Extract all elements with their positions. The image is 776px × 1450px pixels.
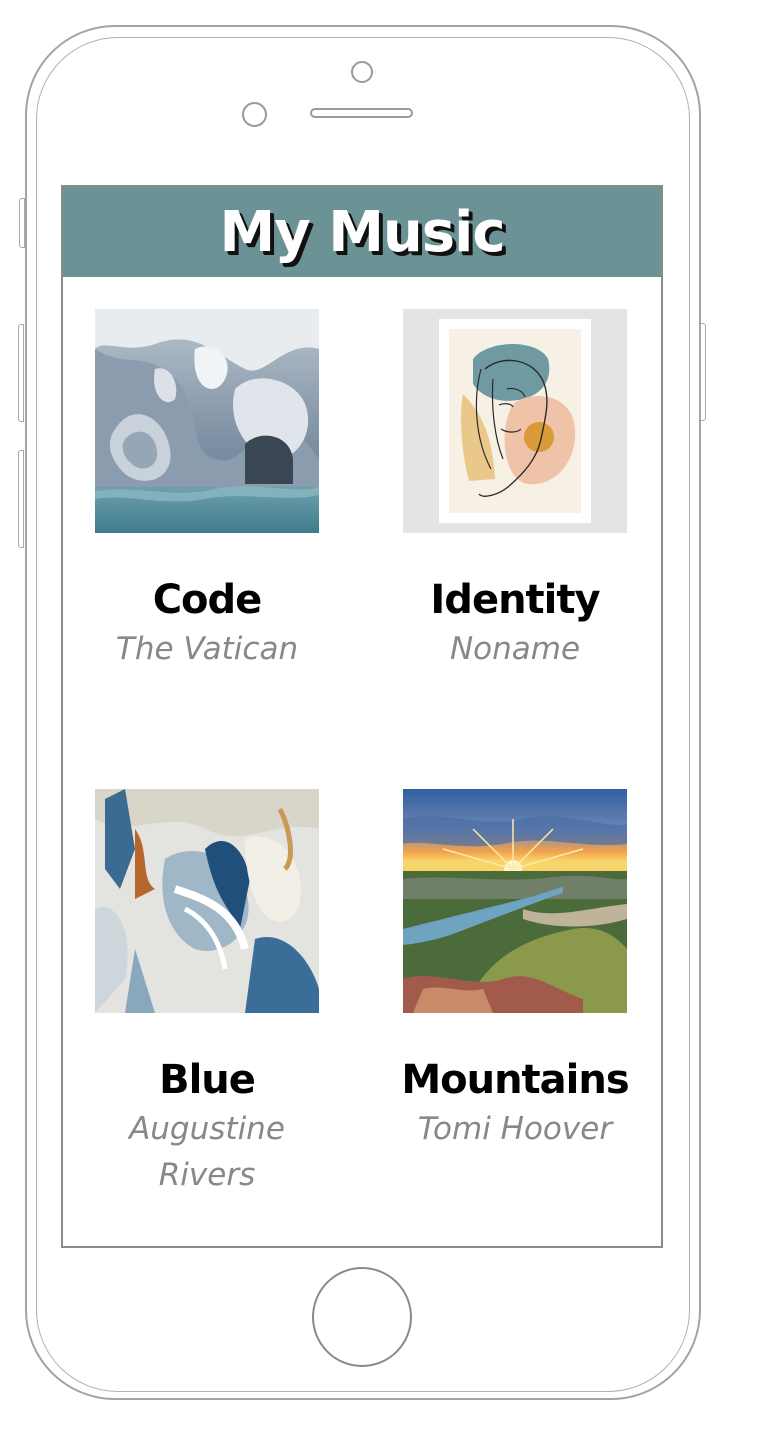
proximity-sensor-icon xyxy=(242,102,267,127)
album-artist: Tomi Hoover xyxy=(417,1111,613,1147)
mute-switch xyxy=(19,198,25,248)
front-camera-icon xyxy=(351,61,373,83)
home-button[interactable] xyxy=(312,1267,412,1367)
album-title: Identity xyxy=(430,577,600,623)
album-card-code[interactable]: Code The Vatican xyxy=(95,309,319,667)
album-card-identity[interactable]: Identity Noname xyxy=(403,309,627,667)
album-artist: The Vatican xyxy=(115,631,299,667)
album-title: Blue xyxy=(159,1057,256,1103)
blue-abstract-paint-art-icon[interactable] xyxy=(95,789,319,1013)
page-title: My Music xyxy=(219,199,505,265)
volume-up-button xyxy=(18,324,24,422)
album-artist: Augustine Rivers xyxy=(129,1111,285,1193)
album-title: Code xyxy=(152,577,263,623)
app-header: My Music xyxy=(63,187,661,277)
album-title: Mountains xyxy=(401,1057,629,1103)
earpiece-speaker xyxy=(310,108,413,118)
album-card-mountains[interactable]: Mountains Tomi Hoover xyxy=(401,789,630,1147)
album-card-blue[interactable]: Blue Augustine Rivers xyxy=(95,789,319,1193)
sunset-valley-art-icon[interactable] xyxy=(403,789,627,1013)
abstract-face-art-icon[interactable] xyxy=(403,309,627,533)
volume-down-button xyxy=(18,450,24,548)
power-button xyxy=(700,323,706,421)
marble-cave-art-icon[interactable] xyxy=(95,309,319,533)
app-screen: My Music Code The Vatican Identity Nonam… xyxy=(61,185,663,1248)
album-artist: Noname xyxy=(449,631,581,667)
